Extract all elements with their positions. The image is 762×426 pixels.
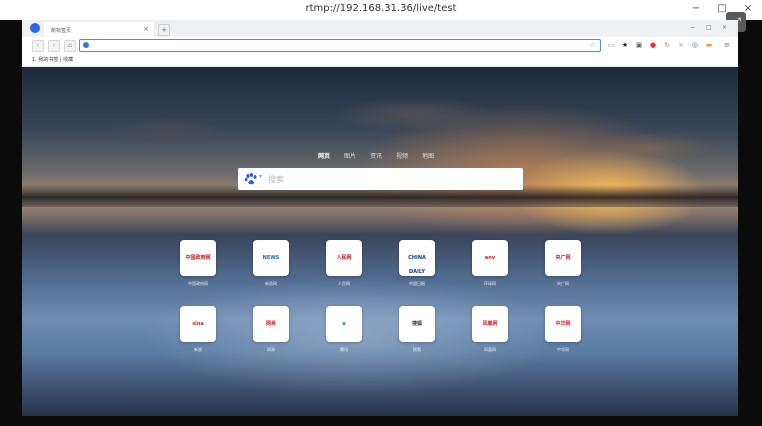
- inner-minimize-button[interactable]: −: [690, 24, 695, 31]
- minimize-button[interactable]: −: [686, 0, 706, 18]
- site-logo-icon: sina: [192, 321, 204, 327]
- browser-window: 新标签页 × + − □ × ‹ › ⌂ ☆ ▭ ★ ▣ ● ↻ × ◎ ▬ ≡…: [22, 20, 738, 416]
- site-label: 腾讯: [340, 347, 348, 352]
- new-tab-page: 网页 图片 资讯 视频 地图 ▾ 中国政府网中国政府网NEWS新浪网人民网人民网…: [22, 67, 738, 416]
- site-tile[interactable]: CHINA DAILY: [399, 240, 435, 276]
- new-tab-button[interactable]: +: [158, 24, 170, 36]
- shield-icon[interactable]: ●: [648, 40, 658, 50]
- site-logo-icon: 网易: [265, 321, 276, 327]
- site-tile[interactable]: 网易: [253, 306, 289, 342]
- menu-icon[interactable]: ≡: [722, 40, 732, 50]
- site-label: 新浪网: [265, 281, 277, 286]
- search-tab-news[interactable]: 资讯: [370, 151, 382, 160]
- site-logo-icon: 人民网: [336, 255, 352, 261]
- speed-dial-item[interactable]: 网易 网易: [251, 306, 291, 356]
- site-label: 网易: [267, 347, 275, 352]
- speed-dial-item[interactable]: ◉ 腾讯: [324, 306, 364, 356]
- speed-dial-item[interactable]: 人民网 人民网: [324, 240, 364, 290]
- site-tile[interactable]: env: [472, 240, 508, 276]
- close-small-icon[interactable]: ×: [676, 40, 686, 50]
- site-tile[interactable]: NEWS: [253, 240, 289, 276]
- site-label: 中华网: [557, 347, 569, 352]
- speed-dial-item[interactable]: 中国政府网 中国政府网: [178, 240, 218, 290]
- engine-dropdown-icon[interactable]: ▾: [259, 173, 262, 180]
- site-logo-icon: 中华网: [555, 321, 571, 327]
- inner-maximize-button[interactable]: □: [706, 24, 712, 31]
- refresh-icon[interactable]: ↻: [662, 40, 672, 50]
- forward-button[interactable]: ›: [48, 40, 60, 52]
- site-tile[interactable]: 中国政府网: [180, 240, 216, 276]
- search-box[interactable]: ▾: [238, 168, 523, 190]
- site-info-icon[interactable]: [83, 42, 89, 48]
- site-logo-icon: 央广网: [555, 255, 571, 261]
- bookmark-item[interactable]: 1. 我的书签 | 收藏: [32, 56, 73, 63]
- address-bar[interactable]: ☆: [79, 39, 601, 52]
- inner-close-button[interactable]: ×: [722, 24, 727, 31]
- site-logo-icon: CHINA DAILY: [408, 255, 426, 275]
- player-title: rtmp://192.168.31.36/live/test: [305, 3, 457, 14]
- screenshot-icon[interactable]: ▣: [634, 40, 644, 50]
- tab-title: 新标签页: [51, 28, 72, 34]
- search-tab-map[interactable]: 地图: [422, 151, 434, 160]
- site-tile[interactable]: 凤凰网: [472, 306, 508, 342]
- site-tile[interactable]: 人民网: [326, 240, 362, 276]
- site-logo-icon: ◉: [341, 321, 347, 327]
- tab-bar: 新标签页 × + − □ ×: [22, 20, 738, 37]
- browser-logo-icon: [30, 23, 40, 33]
- browser-toolbar: ‹ › ⌂ ☆ ▭ ★ ▣ ● ↻ × ◎ ▬ ≡: [22, 37, 738, 54]
- address-input[interactable]: [92, 41, 572, 50]
- search-tabs: 网页 图片 资讯 视频 地图: [318, 151, 468, 161]
- site-tile[interactable]: 央广网: [545, 240, 581, 276]
- site-tile[interactable]: ◉: [326, 306, 362, 342]
- back-button[interactable]: ‹: [32, 40, 44, 52]
- home-button[interactable]: ⌂: [64, 40, 76, 52]
- favorites-icon[interactable]: ★: [620, 40, 630, 50]
- site-label: 人民网: [338, 281, 350, 286]
- site-label: 凤凰网: [484, 347, 496, 352]
- site-label: 中国日报: [409, 281, 425, 286]
- speed-dial-item[interactable]: NEWS 新浪网: [251, 240, 291, 290]
- speed-dial-item[interactable]: CHINA DAILY 中国日报: [397, 240, 437, 290]
- site-tile[interactable]: 中华网: [545, 306, 581, 342]
- search-tab-web[interactable]: 网页: [318, 151, 330, 160]
- site-label: 央广网: [557, 281, 569, 286]
- site-logo-icon: 搜狐: [411, 321, 422, 327]
- reading-icon[interactable]: ▭: [606, 40, 616, 50]
- site-label: 环球网: [484, 281, 496, 286]
- search-tab-video[interactable]: 视频: [396, 151, 408, 160]
- search-tab-images[interactable]: 图片: [344, 151, 356, 160]
- speed-dial-item[interactable]: 央广网 央广网: [543, 240, 583, 290]
- site-tile[interactable]: sina: [180, 306, 216, 342]
- site-label: 新浪: [194, 347, 202, 352]
- tab-close-icon[interactable]: ×: [143, 25, 149, 33]
- site-tile[interactable]: 搜狐: [399, 306, 435, 342]
- search-input[interactable]: [268, 171, 508, 187]
- site-logo-icon: 中国政府网: [185, 255, 211, 261]
- site-logo-icon: 凤凰网: [482, 321, 498, 327]
- speed-dial-item[interactable]: sina 新浪: [178, 306, 218, 356]
- speed-dial-item[interactable]: 搜狐 搜狐: [397, 306, 437, 356]
- site-label: 中国政府网: [188, 281, 208, 286]
- globe-icon[interactable]: ◎: [690, 40, 700, 50]
- bookmark-star-icon[interactable]: ☆: [590, 41, 596, 49]
- baidu-paw-icon[interactable]: [244, 172, 258, 186]
- extension-icon[interactable]: ▬: [704, 40, 714, 50]
- speed-dial-item[interactable]: 中华网 中华网: [543, 306, 583, 356]
- speed-dial-item[interactable]: 凤凰网 凤凰网: [470, 306, 510, 356]
- bookmarks-bar: 1. 我的书签 | 收藏: [22, 53, 738, 67]
- site-logo-icon: NEWS: [262, 255, 280, 261]
- site-logo-icon: env: [484, 255, 496, 261]
- site-label: 搜狐: [413, 347, 421, 352]
- speed-dial-item[interactable]: env 环球网: [470, 240, 510, 290]
- tab-new-tab[interactable]: 新标签页 ×: [44, 22, 154, 37]
- player-titlebar: rtmp://192.168.31.36/live/test − □ ×: [0, 0, 762, 20]
